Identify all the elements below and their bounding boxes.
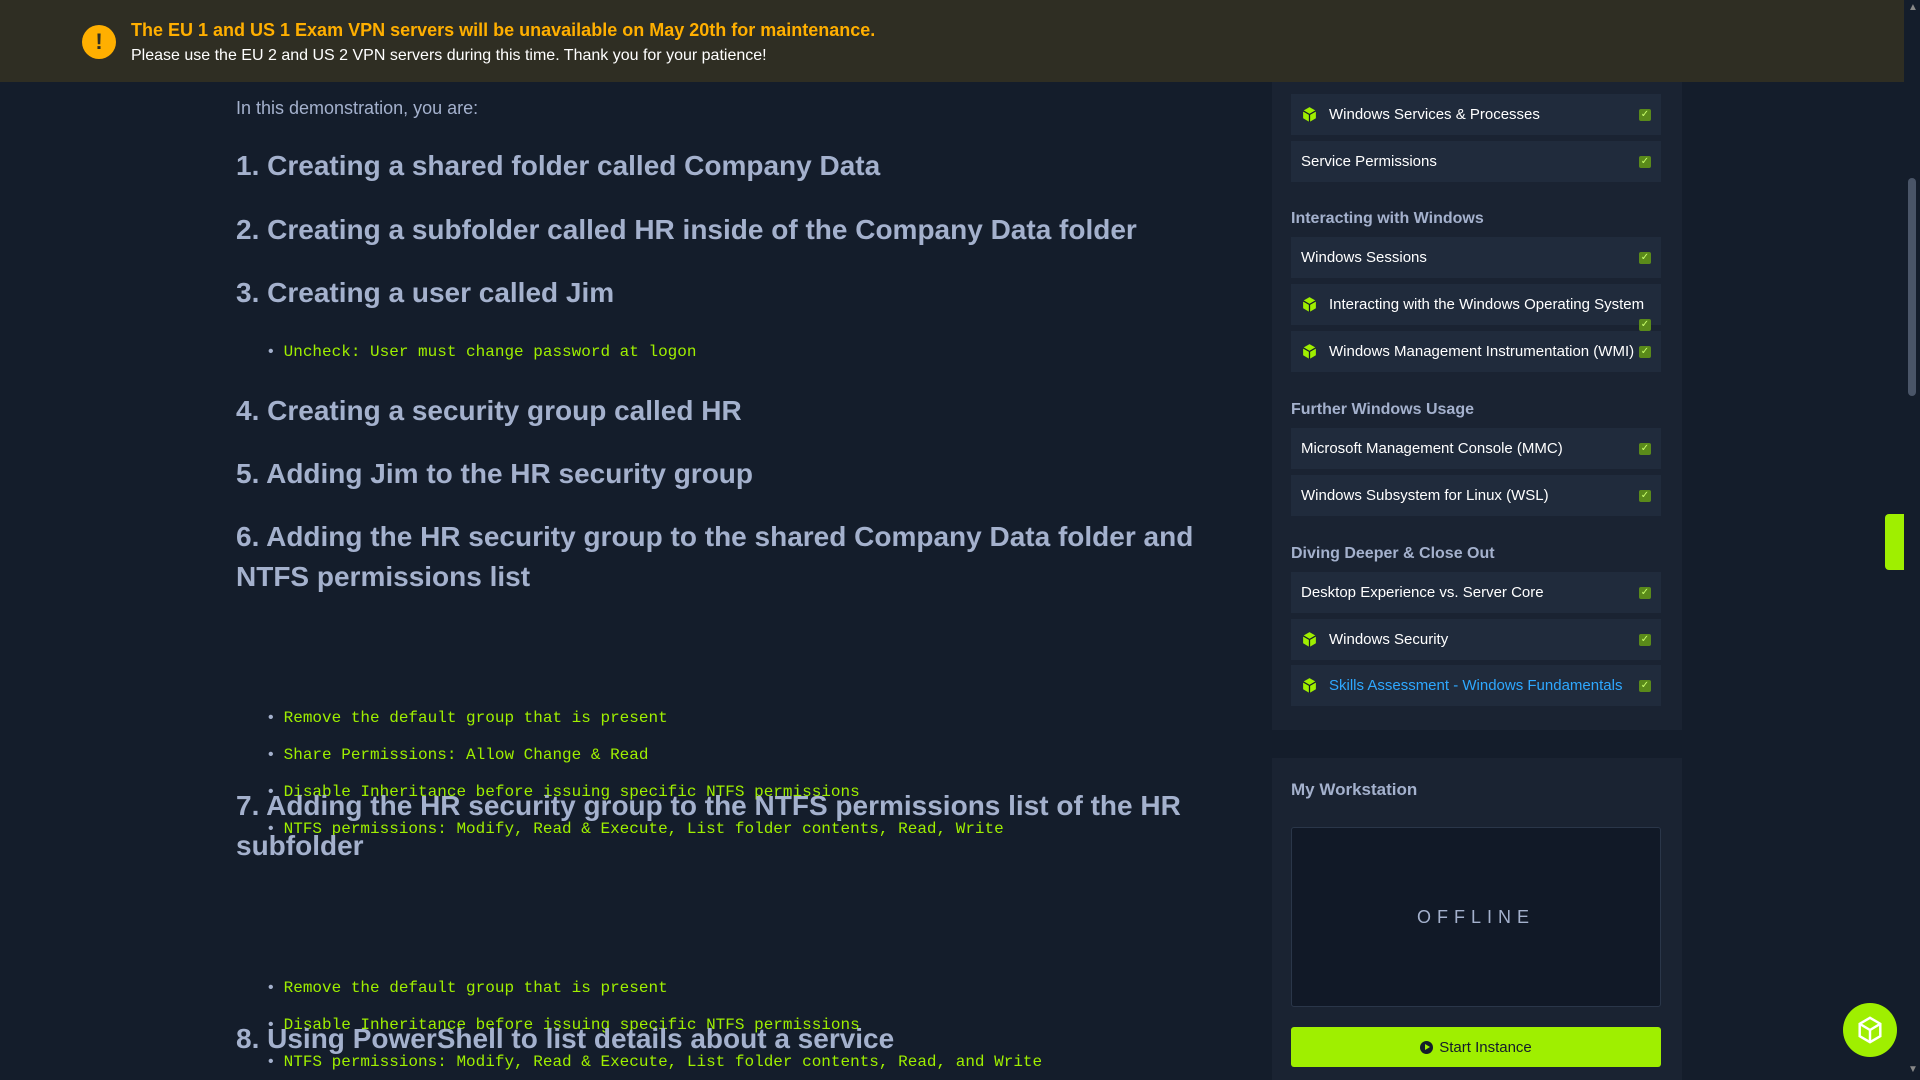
workstation-screen: OFFLINE [1291, 827, 1661, 1007]
play-icon [1420, 1040, 1434, 1054]
list-item: • Remove the default group that is presen… [266, 979, 668, 997]
sidebar-item-label: Service Permissions [1301, 153, 1437, 170]
sidebar-item-service-permissions[interactable]: Service Permissions ✓ [1291, 141, 1661, 182]
sidebar-item-mmc[interactable]: Microsoft Management Console (MMC) ✓ [1291, 428, 1661, 469]
sidebar-item-interacting-windows-os[interactable]: Interacting with the Windows Operating S… [1291, 284, 1661, 331]
list-item: • Uncheck: User must change password at l… [266, 343, 697, 361]
banner-subtitle: Please use the EU 2 and US 2 VPN servers… [131, 47, 767, 64]
sidebar-item-label: Windows Management Instrumentation (WMI) [1329, 343, 1635, 360]
sidebar-item-windows-security[interactable]: Windows Security ✓ [1291, 619, 1661, 660]
sidebar-item-label: Skills Assessment - Windows Fundamentals [1329, 677, 1623, 694]
check-icon: ✓ [1639, 346, 1651, 358]
cube-icon [1302, 632, 1317, 647]
scroll-down-icon[interactable]: ▼ [1908, 1064, 1918, 1075]
step-bullets: • Uncheck: User must change password at l… [266, 334, 696, 371]
check-icon: ✓ [1639, 156, 1651, 168]
help-chat-button[interactable] [1843, 1003, 1897, 1057]
sidebar-item-desktop-vs-core[interactable]: Desktop Experience vs. Server Core ✓ [1291, 572, 1661, 613]
check-icon: ✓ [1639, 319, 1651, 331]
warning-icon: ! [82, 25, 116, 59]
cube-icon [1302, 344, 1317, 359]
cube-icon [1302, 107, 1317, 122]
sidebar-item-label: Microsoft Management Console (MMC) [1301, 440, 1563, 457]
sidebar-item-wmi[interactable]: Windows Management Instrumentation (WMI)… [1291, 331, 1661, 372]
sidebar-item-windows-sessions[interactable]: Windows Sessions ✓ [1291, 237, 1661, 278]
cube-icon [1302, 297, 1317, 312]
step-heading: 4. Creating a security group called HR [236, 395, 742, 426]
list-item: • Remove the default group that is presen… [266, 709, 668, 727]
scrollbar-thumb[interactable] [1908, 178, 1916, 396]
step-heading: 8. Using PowerShell to list details abou… [236, 1023, 895, 1054]
step-heading: 7. Adding the HR security group to the N… [236, 790, 1181, 861]
sidebar-item-label: Windows Sessions [1301, 249, 1427, 266]
start-instance-button[interactable]: Start Instance [1291, 1027, 1661, 1067]
sidebar-item-label: Windows Subsystem for Linux (WSL) [1301, 487, 1549, 504]
step-heading: 2. Creating a subfolder called HR inside… [236, 214, 1137, 245]
workstation-status: OFFLINE [1416, 906, 1535, 927]
step-heading: 3. Creating a user called Jim [236, 277, 615, 308]
start-instance-label: Start Instance [1439, 1038, 1532, 1056]
cube-icon [1858, 1016, 1882, 1044]
sidebar-item-label: Desktop Experience vs. Server Core [1301, 584, 1544, 601]
banner-title: The EU 1 and US 1 Exam VPN servers will … [131, 20, 876, 40]
section-group-label: Further Windows Usage [1291, 401, 1474, 418]
page-scrollbar[interactable]: ▲ ▼ [1904, 0, 1920, 1080]
sidebar-item-skills-assessment[interactable]: Skills Assessment - Windows Fundamentals… [1291, 665, 1661, 706]
maintenance-banner: ! The EU 1 and US 1 Exam VPN servers wil… [0, 0, 1904, 82]
step-heading: 5. Adding Jim to the HR security group [236, 458, 754, 489]
sidebar-item-wsl[interactable]: Windows Subsystem for Linux (WSL) ✓ [1291, 475, 1661, 516]
list-item: • Share Permissions: Allow Change & Read [266, 746, 649, 764]
check-icon: ✓ [1639, 252, 1651, 264]
sidebar-item-windows-services[interactable]: Windows Services & Processes ✓ [1291, 94, 1661, 135]
sidebar-item-label: Windows Services & Processes [1329, 106, 1540, 123]
scroll-up-icon[interactable]: ▲ [1908, 2, 1918, 13]
step-heading: 1. Creating a shared folder called Compa… [236, 150, 881, 181]
section-group-label: Interacting with Windows [1291, 210, 1484, 227]
page: ! The EU 1 and US 1 Exam VPN servers wil… [0, 0, 1920, 1080]
intro-text: In this demonstration, you are: [236, 98, 479, 118]
check-icon: ✓ [1639, 109, 1651, 121]
sidebar-item-label: Interacting with the Windows Operating S… [1329, 296, 1645, 313]
workstation-title: My Workstation [1291, 780, 1418, 799]
check-icon: ✓ [1639, 443, 1651, 455]
side-drawer-tab[interactable] [1885, 514, 1905, 570]
step-heading: 6. Adding the HR security group to the s… [236, 521, 1194, 592]
cube-icon [1302, 678, 1317, 693]
check-icon: ✓ [1639, 587, 1651, 599]
section-group-label: Diving Deeper & Close Out [1291, 545, 1495, 562]
check-icon: ✓ [1639, 634, 1651, 646]
check-icon: ✓ [1639, 680, 1651, 692]
check-icon: ✓ [1639, 490, 1651, 502]
sidebar-item-label: Windows Security [1329, 631, 1449, 648]
